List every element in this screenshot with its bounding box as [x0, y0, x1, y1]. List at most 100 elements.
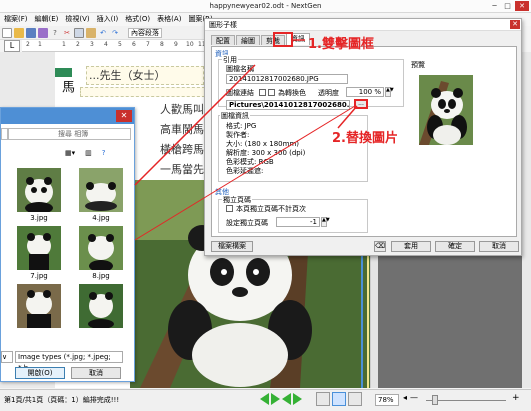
- set-page-number-input[interactable]: -1: [276, 217, 320, 227]
- greeting-line-3: 橫槍跨馬: [160, 143, 204, 156]
- redo-icon[interactable]: ↷: [110, 28, 120, 38]
- apply-button[interactable]: 套用: [391, 241, 431, 252]
- panda-thumb-image: [17, 226, 61, 270]
- menu-file[interactable]: 檔案(F): [2, 13, 32, 26]
- two-page-view-icon[interactable]: [348, 392, 362, 406]
- horizontal-ruler: 2 1 1 2 3 4 5 6 7 8 9 10 11: [22, 40, 208, 52]
- clear-icon[interactable]: ⌫: [374, 241, 386, 252]
- next-page-icon[interactable]: [271, 393, 280, 405]
- print-icon[interactable]: [38, 27, 48, 38]
- open-folder-icon[interactable]: [14, 27, 24, 38]
- page-navigation: [260, 393, 302, 405]
- cancel-button[interactable]: 取消: [479, 241, 519, 252]
- app-window: happynewyear02.odt - NextGen ─ □ ✕ 檔案(F)…: [0, 0, 531, 411]
- file-frame-button[interactable]: 檔案構案: [211, 241, 253, 252]
- zoom-out-button[interactable]: —: [410, 393, 418, 402]
- page-number-spinner[interactable]: ▲▼: [321, 217, 330, 227]
- filename-field[interactable]: 20141012817002680.JPG: [226, 74, 348, 84]
- ruler-tick: 1: [62, 41, 66, 48]
- paste-icon[interactable]: [86, 27, 96, 38]
- details-pane-icon[interactable]: ▥: [85, 149, 92, 157]
- file-thumbnail[interactable]: 3.jpg: [13, 168, 65, 222]
- ruler-tick: 3: [90, 41, 94, 48]
- file-thumbnail[interactable]: 4.jpg: [75, 168, 127, 222]
- dialog-close-button[interactable]: ✕: [510, 20, 520, 29]
- color-convert-checkbox[interactable]: [268, 89, 275, 96]
- picture-info-label: 圖檔資訊: [220, 111, 250, 121]
- minimize-button[interactable]: ─: [489, 1, 500, 11]
- help-icon[interactable]: ?: [102, 149, 106, 157]
- status-bar: 第1頁/共1頁（頁碼：1）編排完成!!! 78% ◂ — +: [0, 389, 531, 411]
- copy-icon[interactable]: [74, 27, 84, 38]
- ruler-tick: 9: [174, 41, 178, 48]
- close-button[interactable]: ✕: [515, 1, 529, 11]
- file-thumbnail[interactable]: [13, 284, 65, 330]
- view-mode-buttons: [316, 392, 362, 406]
- menu-edit[interactable]: 編輯(E): [33, 13, 63, 26]
- zoom-slider-handle[interactable]: [432, 395, 438, 405]
- tab-drawing[interactable]: 繪圖: [236, 35, 260, 45]
- text-frame[interactable]: [80, 87, 205, 97]
- transparency-spinner[interactable]: ▲▼: [385, 87, 394, 97]
- maximize-button[interactable]: □: [502, 1, 513, 11]
- panda-thumb-image: [17, 168, 61, 212]
- open-file-dialog: ✕ 搜尋 相簿 ▦▾ ▥ ? 3.jpg 4.jpg 7.jpg 8.jpg ∨…: [0, 107, 135, 382]
- menu-format[interactable]: 格式(O): [123, 13, 154, 26]
- ruler-tick: 2: [26, 41, 30, 48]
- paragraph-style-select[interactable]: 內容段落: [128, 27, 162, 38]
- menu-table[interactable]: 表格(A): [155, 13, 185, 26]
- menu-view[interactable]: 檢視(V): [63, 13, 93, 26]
- ruler-tick: 5: [118, 41, 122, 48]
- link-check-label: 圖檔連結: [226, 89, 254, 97]
- file-dialog-close-button[interactable]: ✕: [116, 110, 132, 122]
- right-scrollbar[interactable]: [522, 52, 531, 388]
- browse-image-button[interactable]: ...: [354, 99, 368, 109]
- file-thumbnail[interactable]: 8.jpg: [75, 226, 127, 280]
- standalone-page-check-label: 本頁獨立頁碼不計頁次: [236, 205, 306, 213]
- tab-layout[interactable]: 配置: [211, 35, 235, 45]
- preview-image: [411, 71, 481, 149]
- single-page-view-icon[interactable]: [316, 392, 330, 406]
- recipient-text-frame[interactable]: ...先生（女士）: [86, 66, 204, 85]
- transparency-input[interactable]: 100 %: [346, 87, 384, 97]
- big-character: 馬: [59, 80, 74, 93]
- zoom-in-button[interactable]: +: [512, 393, 520, 403]
- frame-marker: [55, 68, 72, 77]
- set-page-number-label: 設定獨立頁碼: [226, 219, 268, 227]
- menu-insert[interactable]: 插入(I): [95, 13, 123, 26]
- ruler-tick: 4: [104, 41, 108, 48]
- open-button[interactable]: 開啟(O): [15, 367, 65, 379]
- zoom-slider-track[interactable]: [426, 400, 506, 401]
- greeting-line-4: 一馬當先: [160, 163, 204, 176]
- previous-page-icon[interactable]: [260, 393, 269, 405]
- cancel-button[interactable]: 取消: [71, 367, 121, 379]
- file-name-input[interactable]: ∨: [1, 351, 13, 363]
- continuous-view-icon[interactable]: [332, 392, 346, 406]
- last-page-icon[interactable]: [293, 393, 302, 405]
- standalone-page-checkbox[interactable]: [226, 205, 233, 212]
- help-icon[interactable]: ?: [50, 28, 60, 38]
- first-page-icon[interactable]: [282, 393, 291, 405]
- view-options-icon[interactable]: ▦▾: [65, 149, 75, 157]
- ok-button[interactable]: 確定: [435, 241, 475, 252]
- image-path-field[interactable]: Pictures\20141012817002680.JPG: [226, 100, 350, 110]
- file-type-select[interactable]: Image types (*.jpg; *.jpeg; *.b: [15, 351, 123, 372]
- ruler-tick: 1: [38, 41, 42, 48]
- save-icon[interactable]: [26, 27, 36, 38]
- ruler-tick: 6: [132, 41, 136, 48]
- link-checkbox[interactable]: [259, 89, 266, 96]
- zoom-level-select[interactable]: 78%: [375, 394, 399, 406]
- cut-icon[interactable]: ✂: [62, 28, 72, 38]
- greeting-line-2: 高車鬧馬: [160, 123, 204, 136]
- file-name: 7.jpg: [30, 272, 48, 280]
- file-dialog-titlebar: ✕: [1, 108, 134, 124]
- tab-stop-selector[interactable]: L: [4, 40, 20, 52]
- info-tab-highlight: [273, 32, 293, 47]
- new-document-icon[interactable]: [2, 27, 12, 38]
- file-thumbnail[interactable]: 7.jpg: [13, 226, 65, 280]
- file-thumbnail[interactable]: [75, 284, 127, 330]
- window-titlebar: happynewyear02.odt - NextGen ─ □ ✕: [0, 0, 531, 13]
- undo-icon[interactable]: ↶: [98, 28, 108, 38]
- search-input[interactable]: 搜尋 相簿: [7, 128, 131, 140]
- zoom-fit-icon[interactable]: ◂: [403, 393, 407, 402]
